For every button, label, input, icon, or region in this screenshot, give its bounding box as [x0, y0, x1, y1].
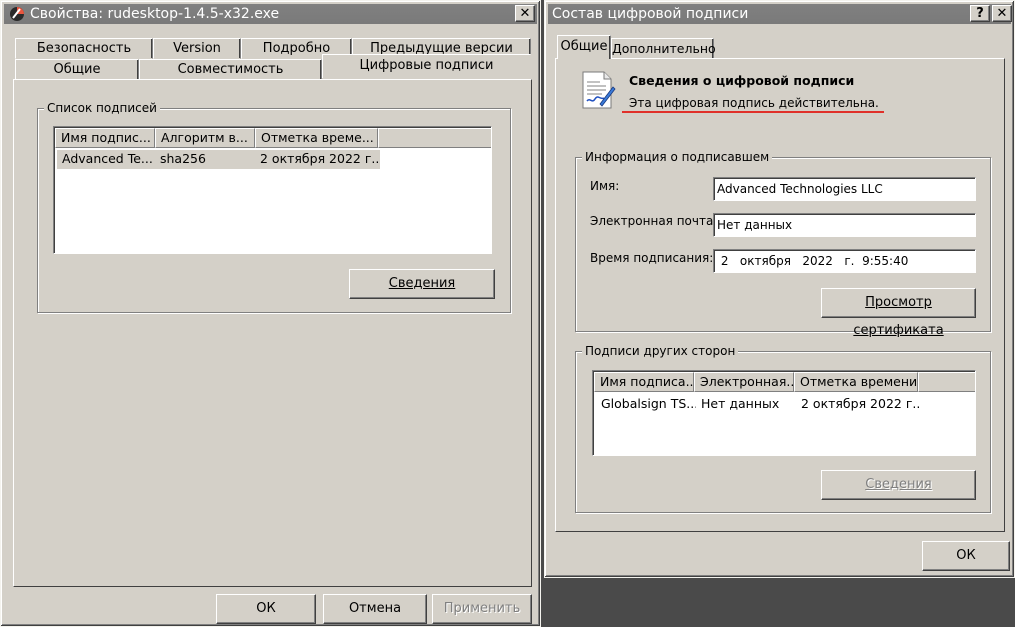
- group-label: Информация о подписавшем: [582, 149, 773, 165]
- cancel-button[interactable]: Отмена: [323, 594, 427, 624]
- help-icon: ?: [976, 6, 984, 21]
- properties-titlebar[interactable]: Свойства: rudesktop-1.4.5-x32.exe: [4, 4, 537, 24]
- tab-general[interactable]: Общие: [15, 59, 139, 80]
- table-row[interactable]: Advanced Te... sha256 2 октября 2022 г..…: [57, 150, 380, 169]
- column-header-timestamp[interactable]: Отметка време...: [255, 128, 378, 148]
- close-icon: ✕: [996, 6, 1008, 21]
- signatures-table[interactable]: Имя подпис... Алгоритм в... Отметка врем…: [53, 126, 492, 254]
- column-header-filler: [918, 372, 975, 392]
- tab-compatibility[interactable]: Совместимость: [139, 59, 322, 80]
- email-field[interactable]: Нет данных: [713, 213, 976, 237]
- signing-time-field[interactable]: 2 октября 2022 г. 9:55:40: [713, 249, 976, 273]
- close-button[interactable]: ✕: [992, 5, 1012, 22]
- ok-button[interactable]: ОК: [922, 541, 1010, 571]
- tab-panel: Список подписей Имя подпис... Алгоритм в…: [13, 79, 532, 587]
- signature-details-window: Состав цифровой подписи ? ✕ Общие Дополн…: [544, 0, 1015, 578]
- column-header-timestamp[interactable]: Отметка времени: [794, 372, 918, 392]
- apply-button[interactable]: Применить: [432, 594, 532, 624]
- name-label: Имя:: [590, 179, 620, 193]
- email-label: Электронная почта:: [590, 214, 718, 228]
- details-button[interactable]: Сведения: [821, 470, 976, 500]
- cell-name: Globalsign TS...: [601, 396, 696, 411]
- close-icon: ✕: [519, 6, 531, 21]
- cell-email: Нет данных: [701, 396, 780, 411]
- column-header-name[interactable]: Имя подписа...: [594, 372, 694, 392]
- tab-general[interactable]: Общие: [557, 35, 611, 59]
- details-button[interactable]: Сведения: [349, 269, 495, 299]
- tab-security[interactable]: Безопасность: [15, 38, 153, 59]
- tab-version[interactable]: Version: [153, 38, 241, 59]
- signer-info-group: Информация о подписавшем Имя: Advanced T…: [575, 149, 991, 338]
- signature-heading: Сведения о цифровой подписи: [629, 73, 855, 88]
- signature-details-titlebar[interactable]: Состав цифровой подписи: [548, 4, 1011, 24]
- column-header-algorithm[interactable]: Алгоритм в...: [155, 128, 255, 148]
- countersignatures-table[interactable]: Имя подписа... Электронная... Отметка вр…: [592, 370, 976, 456]
- signer-name-field[interactable]: Advanced Technologies LLC: [713, 177, 976, 201]
- signing-time-label: Время подписания:: [590, 251, 714, 265]
- window-title: Состав цифровой подписи: [552, 6, 749, 22]
- group-label: Список подписей: [44, 100, 160, 116]
- table-row[interactable]: Globalsign TS... Нет данных 2 октября 20…: [596, 395, 975, 414]
- cell-timestamp: 2 октября 2022 г...: [801, 396, 921, 411]
- column-header-filler: [378, 128, 491, 148]
- group-label: Подписи других сторон: [582, 343, 739, 359]
- help-button[interactable]: ?: [970, 5, 990, 22]
- cell-timestamp: 2 октября 2022 г...: [260, 151, 380, 166]
- column-header-name[interactable]: Имя подпис...: [55, 128, 155, 148]
- properties-window: Свойства: rudesktop-1.4.5-x32.exe ✕ Безо…: [0, 0, 541, 627]
- close-button[interactable]: ✕: [515, 5, 535, 22]
- tab-panel: Сведения о цифровой подписи Эта цифровая…: [555, 58, 1005, 532]
- signature-list-group: Список подписей Имя подпис... Алгоритм в…: [37, 100, 511, 313]
- cell-name: Advanced Te...: [62, 151, 153, 166]
- window-title: Свойства: rudesktop-1.4.5-x32.exe: [30, 6, 280, 22]
- column-header-email[interactable]: Электронная...: [694, 372, 794, 392]
- certificate-document-icon: [580, 70, 616, 110]
- signature-status: Эта цифровая подпись действительна.: [629, 96, 879, 110]
- view-certificate-button[interactable]: Просмотр сертификата: [821, 288, 976, 338]
- countersignatures-group: Подписи других сторон Имя подписа... Эле…: [575, 343, 991, 513]
- status-underline: [622, 111, 884, 113]
- app-icon: [9, 6, 25, 22]
- ok-button[interactable]: ОК: [216, 594, 316, 624]
- cell-algorithm: sha256: [160, 151, 206, 166]
- tab-advanced[interactable]: Дополнительно: [611, 38, 716, 59]
- tab-digital-signatures[interactable]: Цифровые подписи: [322, 54, 531, 78]
